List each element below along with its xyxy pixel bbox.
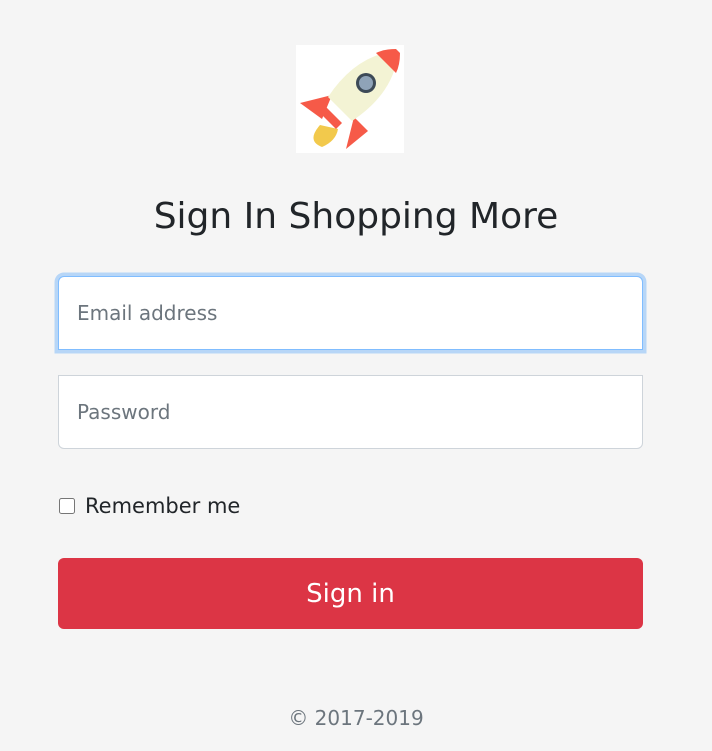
remember-me-label: Remember me [85, 494, 241, 518]
sign-in-page: Sign In Shopping More Remember me Sign i… [0, 0, 712, 751]
password-field[interactable] [58, 375, 643, 449]
remember-me-option[interactable]: Remember me [58, 490, 240, 522]
remember-me-checkbox[interactable] [59, 498, 75, 514]
copyright-text: © 2017-2019 [288, 706, 424, 730]
rocket-icon [296, 45, 404, 153]
page-title: Sign In Shopping More [153, 196, 559, 237]
sign-in-button[interactable]: Sign in [58, 558, 643, 629]
email-field[interactable] [58, 276, 643, 350]
